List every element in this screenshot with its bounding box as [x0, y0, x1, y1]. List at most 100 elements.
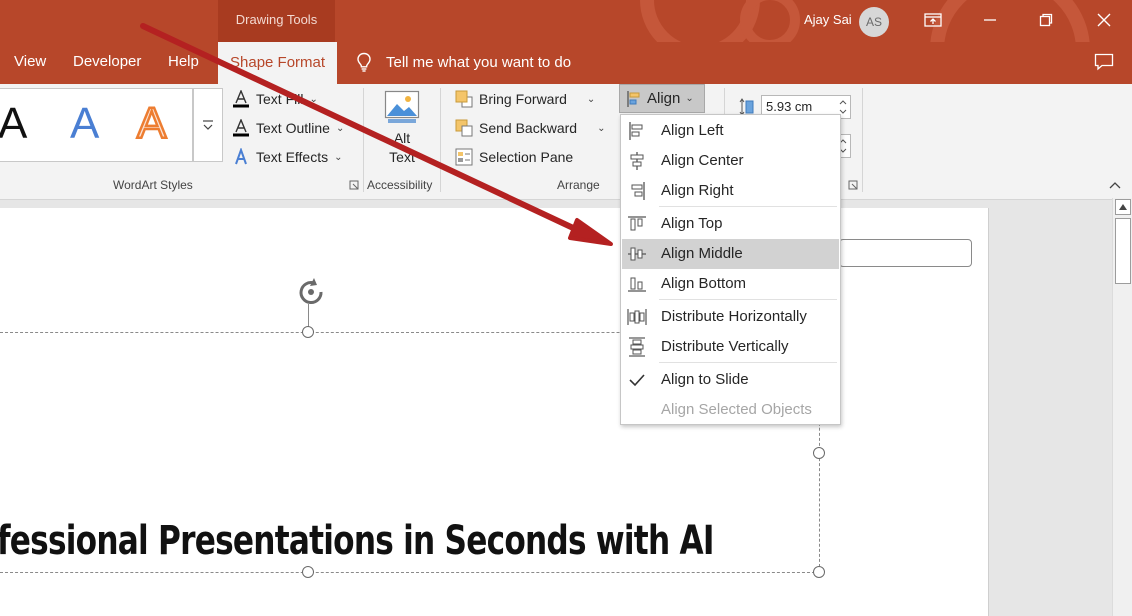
distribute-horizontally-icon — [627, 309, 647, 325]
text-effects-icon — [235, 148, 247, 165]
text-effects-label: Text Effects — [256, 149, 329, 165]
alt-text-icon — [384, 90, 420, 123]
comment-icon — [1094, 53, 1114, 71]
menu-item-align-left[interactable]: Align Left — [622, 116, 839, 146]
wordart-style-black[interactable]: A — [0, 99, 27, 149]
text-outline-icon — [233, 119, 249, 137]
menu-item-label: Align Selected Objects — [661, 401, 812, 418]
send-backward-label: Send Backward — [479, 120, 578, 136]
menu-item-label: Align Left — [661, 122, 724, 139]
align-right-icon — [631, 182, 645, 200]
text-fill-label: Text Fill — [256, 91, 304, 107]
alt-text-button[interactable]: Alt Text — [382, 90, 422, 167]
wordart-style-orange-outline[interactable]: A — [136, 98, 168, 150]
chevron-down-icon: ⌄ — [335, 122, 345, 134]
menu-item-label: Distribute Horizontally — [661, 308, 807, 325]
scroll-up-button[interactable] — [1115, 199, 1131, 215]
resize-handle-bottom[interactable] — [302, 566, 314, 578]
accessibility-group-label: Accessibility — [367, 178, 433, 192]
resize-handle-right[interactable] — [813, 447, 825, 459]
selection-pane-label: Selection Pane — [479, 149, 574, 165]
slide-title-text[interactable]: fessional Presentations in Seconds with … — [0, 518, 714, 564]
text-outline-button[interactable]: Text Outline ⌄ — [232, 119, 344, 137]
menu-item-label: Align Top — [661, 215, 723, 232]
align-icon — [627, 90, 640, 107]
close-button[interactable] — [1089, 6, 1119, 34]
ribbon-display-options-button[interactable] — [918, 6, 948, 34]
title-decoration — [740, 0, 800, 42]
menu-item-align-bottom[interactable]: Align Bottom — [622, 269, 839, 299]
menu-separator — [659, 362, 837, 363]
selection-pane-button[interactable]: Selection Pane — [455, 148, 573, 166]
align-middle-icon — [628, 247, 646, 261]
text-outline-label: Text Outline — [256, 120, 330, 136]
tab-developer[interactable]: Developer — [73, 53, 141, 70]
menu-bar: View Developer Help Shape Format Tell me… — [0, 42, 1132, 84]
dialog-launcher-icon[interactable] — [349, 180, 359, 190]
triangle-up-icon — [1119, 204, 1127, 210]
menu-item-align-right[interactable]: Align Right — [622, 176, 839, 206]
alt-text-label-2: Text — [389, 149, 415, 165]
vertical-scrollbar[interactable] — [1112, 198, 1132, 616]
menu-item-label: Distribute Vertically — [661, 338, 789, 355]
alt-text-label-1: Alt — [393, 130, 411, 146]
collapse-ribbon-icon[interactable] — [1108, 180, 1122, 190]
lightbulb-icon — [357, 52, 371, 72]
menu-item-label: Align Bottom — [661, 275, 747, 292]
menu-separator — [659, 206, 837, 207]
tell-me-search[interactable]: Tell me what you want to do — [356, 52, 571, 72]
bring-forward-icon — [455, 90, 473, 108]
scrollbar-thumb[interactable] — [1115, 218, 1131, 284]
drawing-tools-context-label: Drawing Tools — [218, 0, 335, 42]
selection-pane-icon — [455, 148, 473, 166]
restore-button[interactable] — [1031, 6, 1061, 34]
selection-border-bottom — [0, 572, 820, 573]
menu-item-align-center[interactable]: Align Center — [622, 146, 839, 176]
title-bar: Drawing Tools Ajay Sai AS — [0, 0, 1132, 42]
rotate-handle-icon[interactable] — [294, 277, 328, 307]
distribute-vertically-icon — [629, 337, 645, 357]
chevron-down-icon: ⌄ — [334, 151, 343, 163]
bring-forward-label: Bring Forward — [479, 91, 567, 107]
wordart-styles-group-label: WordArt Styles — [113, 178, 193, 192]
align-button[interactable]: Align ⌄ — [619, 84, 705, 113]
title-decoration — [930, 0, 1090, 42]
comments-button[interactable] — [1094, 53, 1114, 76]
align-left-icon — [629, 122, 643, 140]
user-name[interactable]: Ajay Sai — [804, 12, 852, 27]
align-top-icon — [628, 216, 646, 231]
minimize-button[interactable] — [975, 6, 1005, 34]
menu-item-label: Align Center — [661, 152, 744, 169]
align-label: Align — [647, 90, 681, 107]
menu-item-label: Align Middle — [661, 245, 743, 262]
menu-item-align-middle[interactable]: Align Middle — [622, 239, 839, 269]
ribbon-display-icon — [924, 13, 942, 27]
avatar[interactable]: AS — [859, 7, 889, 37]
menu-item-align-top[interactable]: Align Top — [622, 209, 839, 239]
resize-handle-top[interactable] — [302, 326, 314, 338]
menu-item-distribute-vertically[interactable]: Distribute Vertically — [622, 332, 839, 362]
wordart-gallery-more-button[interactable] — [193, 88, 223, 162]
text-effects-button[interactable]: Text Effects ⌄ — [232, 148, 343, 166]
menu-item-distribute-horizontally[interactable]: Distribute Horizontally — [622, 302, 839, 332]
wordart-style-blue[interactable]: A — [70, 99, 99, 149]
bring-forward-button[interactable]: Bring Forward ⌄ — [455, 90, 595, 108]
text-fill-button[interactable]: Text Fill ⌄ — [232, 90, 318, 108]
wordart-styles-gallery[interactable]: A A A — [0, 88, 193, 162]
tell-me-text: Tell me what you want to do — [386, 53, 572, 71]
tab-help[interactable]: Help — [168, 53, 199, 70]
menu-item-align-to-slide[interactable]: Align to Slide — [622, 365, 839, 395]
align-bottom-icon — [628, 277, 646, 292]
chevron-down-icon: ⌄ — [597, 122, 606, 134]
checkmark-icon — [629, 374, 645, 387]
size-dialog-launcher-icon[interactable] — [848, 180, 858, 190]
arrange-group-label: Arrange — [557, 178, 600, 192]
chevron-down-icon: ⌄ — [586, 93, 596, 105]
chevron-down-icon: ⌄ — [685, 93, 694, 104]
menu-item-label: Align to Slide — [661, 371, 749, 388]
tab-view[interactable]: View — [14, 53, 46, 70]
send-backward-button[interactable]: Send Backward ⌄ — [455, 119, 605, 137]
tab-shape-format[interactable]: Shape Format — [218, 42, 338, 84]
resize-handle-bottom-right[interactable] — [813, 566, 825, 578]
close-icon — [1097, 13, 1111, 27]
